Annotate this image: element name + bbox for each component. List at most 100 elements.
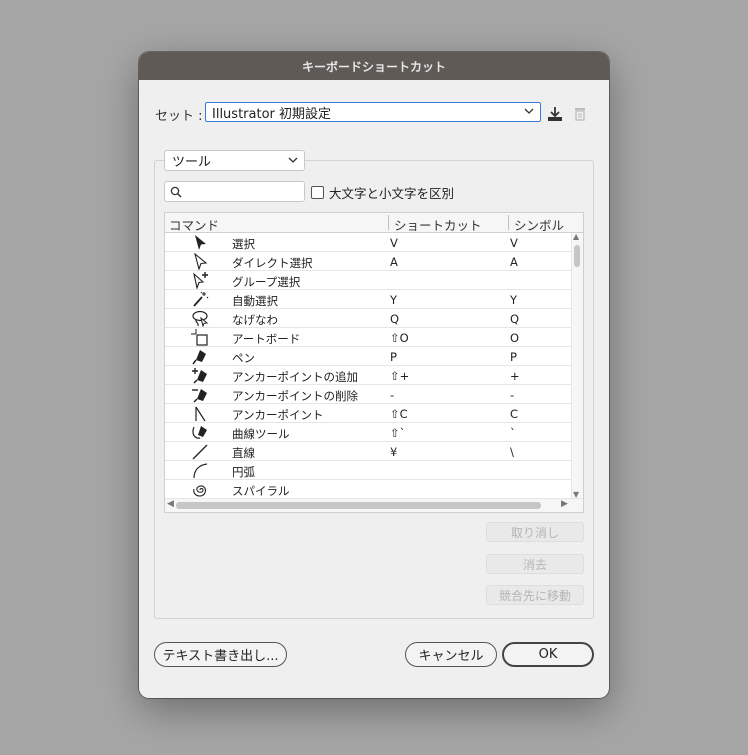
horizontal-scrollbar[interactable]: ◀ ▶: [165, 498, 583, 512]
row-symbol: \: [510, 445, 514, 459]
scroll-right-icon[interactable]: ▶: [561, 499, 568, 509]
selection-tool-icon: [191, 234, 209, 251]
magic-wand-tool-icon: [191, 291, 209, 308]
vertical-scrollbar[interactable]: ▲ ▼: [571, 232, 583, 499]
pen-tool-icon: [191, 348, 209, 365]
export-text-button[interactable]: テキスト書き出し...: [154, 642, 287, 667]
table-row[interactable]: ペン P P: [165, 347, 572, 366]
row-command: 直線: [232, 446, 255, 460]
row-shortcut: Q: [390, 312, 400, 326]
search-icon: [170, 186, 182, 198]
ok-button[interactable]: OK: [502, 642, 594, 667]
row-symbol: O: [510, 331, 520, 345]
search-input[interactable]: [164, 181, 305, 202]
column-separator: [508, 215, 509, 230]
clear-button[interactable]: 消去: [486, 554, 584, 574]
row-command: なげなわ: [232, 313, 278, 327]
table-row[interactable]: 直線 ¥ \: [165, 442, 572, 461]
arc-tool-icon: [191, 462, 209, 479]
case-sensitive-checkbox[interactable]: 大文字と小文字を区別: [311, 183, 454, 202]
keyboard-shortcuts-dialog: キーボードショートカット セット : Illustrator 初期設定 ツール: [139, 52, 609, 698]
curvature-tool-icon: [191, 424, 209, 441]
row-command: 選択: [232, 237, 255, 251]
category-select-value: ツール: [172, 155, 212, 170]
chevron-down-icon: [288, 155, 298, 168]
table-row[interactable]: スパイラル: [165, 480, 572, 499]
row-command: 円弧: [232, 465, 255, 479]
set-label: セット :: [155, 109, 203, 124]
table-rows: 選択 V V ダイレクト選択 A A グループ選択 自動選択 Y Y なげなわ …: [165, 233, 572, 499]
chevron-down-icon: [524, 106, 534, 119]
cancel-button[interactable]: キャンセル: [405, 642, 497, 667]
column-separator: [388, 215, 389, 230]
anchor-point-tool-icon: [191, 405, 209, 422]
row-shortcut: ⇧`: [390, 426, 406, 440]
scroll-up-icon[interactable]: ▲: [573, 232, 579, 241]
checkbox-box[interactable]: [311, 186, 324, 199]
row-shortcut: P: [390, 350, 397, 364]
column-header-shortcut[interactable]: ショートカット: [394, 215, 482, 234]
undo-button[interactable]: 取り消し: [486, 522, 584, 542]
row-shortcut: -: [390, 388, 395, 402]
artboard-tool-icon: [191, 329, 209, 346]
row-shortcut: ⇧+: [390, 369, 410, 383]
delete-anchor-point-tool-icon: [191, 386, 209, 403]
row-command: スパイラル: [232, 484, 290, 498]
table-row[interactable]: アンカーポイントの削除 - -: [165, 385, 572, 404]
row-command: アンカーポイントの追加: [232, 370, 359, 384]
column-header-symbol[interactable]: シンボル: [514, 215, 564, 234]
row-shortcut: ¥: [390, 445, 398, 459]
row-symbol: Q: [510, 312, 520, 326]
row-shortcut: ⇧C: [390, 407, 408, 421]
trash-icon[interactable]: [572, 106, 590, 122]
shortcut-table: コマンド ショートカット シンボル 選択 V V ダイレクト選択 A A グルー…: [164, 212, 584, 513]
row-command: 自動選択: [232, 294, 278, 308]
horizontal-scroll-thumb[interactable]: [176, 502, 541, 509]
set-select[interactable]: Illustrator 初期設定: [205, 102, 541, 122]
row-symbol: P: [510, 350, 517, 364]
add-anchor-point-tool-icon: [191, 367, 209, 384]
row-symbol: -: [510, 388, 515, 402]
goto-conflict-button[interactable]: 競合先に移動: [486, 585, 584, 605]
table-row[interactable]: アートボード ⇧O O: [165, 328, 572, 347]
table-row[interactable]: グループ選択: [165, 271, 572, 290]
row-shortcut: V: [390, 236, 398, 250]
row-command: アンカーポイント: [232, 408, 324, 422]
table-header: コマンド ショートカット シンボル: [165, 213, 583, 233]
row-symbol: A: [510, 255, 518, 269]
row-symbol: V: [510, 236, 518, 250]
table-row[interactable]: 選択 V V: [165, 233, 572, 252]
row-symbol: `: [510, 426, 516, 440]
category-select[interactable]: ツール: [164, 150, 305, 171]
row-command: グループ選択: [232, 275, 301, 289]
row-shortcut: ⇧O: [390, 331, 409, 345]
table-row[interactable]: 自動選択 Y Y: [165, 290, 572, 309]
dialog-title: キーボードショートカット: [139, 52, 609, 80]
set-select-value: Illustrator 初期設定: [212, 106, 332, 122]
vertical-scroll-thumb[interactable]: [574, 245, 580, 267]
line-segment-tool-icon: [191, 443, 209, 460]
row-command: ペン: [232, 351, 255, 365]
row-symbol: Y: [510, 293, 518, 307]
lasso-tool-icon: [191, 310, 209, 328]
table-row[interactable]: 円弧: [165, 461, 572, 480]
row-command: 曲線ツール: [232, 427, 290, 441]
table-row[interactable]: アンカーポイント ⇧C C: [165, 404, 572, 423]
table-row[interactable]: 曲線ツール ⇧` `: [165, 423, 572, 442]
case-sensitive-label: 大文字と小文字を区別: [329, 186, 455, 201]
row-command: アンカーポイントの削除: [232, 389, 359, 403]
table-row[interactable]: なげなわ Q Q: [165, 309, 572, 328]
row-symbol: C: [510, 407, 519, 421]
spiral-tool-icon: [191, 481, 209, 498]
column-header-command[interactable]: コマンド: [169, 215, 219, 234]
table-row[interactable]: ダイレクト選択 A A: [165, 252, 572, 271]
download-save-icon[interactable]: [546, 106, 564, 122]
row-symbol: +: [510, 369, 520, 383]
table-row[interactable]: アンカーポイントの追加 ⇧+ +: [165, 366, 572, 385]
direct-selection-tool-icon: [191, 252, 209, 271]
row-shortcut: Y: [390, 293, 398, 307]
row-command: ダイレクト選択: [232, 256, 313, 270]
group-selection-tool-icon: [191, 272, 209, 290]
scroll-left-icon[interactable]: ◀: [167, 499, 174, 509]
row-shortcut: A: [390, 255, 398, 269]
